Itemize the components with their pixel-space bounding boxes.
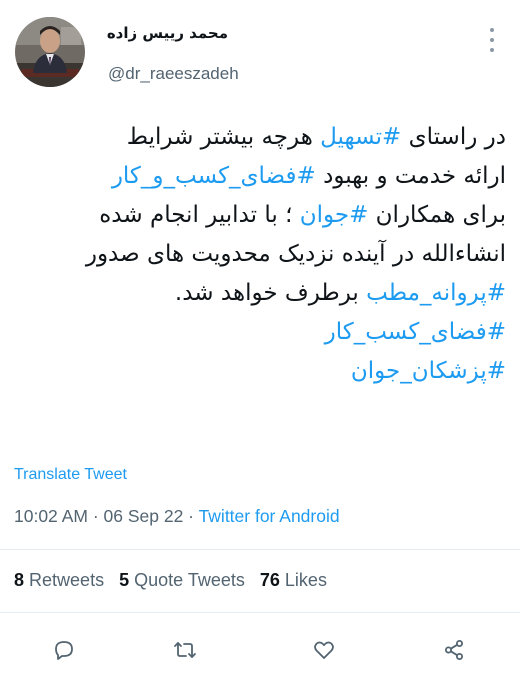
retweet-button[interactable]: [165, 630, 205, 670]
dot: [490, 38, 494, 42]
hashtag-link[interactable]: #جوان: [300, 202, 369, 228]
tweet-text-segment: انشاءالله در آینده نزدیک محدویت های صدور: [85, 241, 506, 267]
tweet-actions: [0, 630, 520, 670]
quote-tweets-label: Quote Tweets: [134, 570, 245, 590]
author-handle[interactable]: @dr_raeeszadeh: [108, 64, 239, 84]
quote-tweets-count: 5: [119, 570, 130, 590]
tweet-text-line: ارائه خدمت و بهبود #فضای_کسب_و_کار: [14, 157, 506, 196]
likes-stat[interactable]: 76 Likes: [260, 570, 327, 590]
tweet-text-segment: هرچه بیشتر شرایط: [126, 124, 321, 150]
avatar[interactable]: [15, 17, 85, 87]
retweets-stat[interactable]: 8 Retweets: [14, 570, 104, 590]
translate-tweet-link[interactable]: Translate Tweet: [14, 466, 127, 484]
tweet-time[interactable]: 10:02 AM: [14, 506, 88, 526]
tweet-text: در راستای #تسهیل هرچه بیشتر شرایط ارائه خ…: [14, 118, 506, 391]
tweet-text-line: انشاءالله در آینده نزدیک محدویت های صدور: [14, 235, 506, 274]
more-options-icon[interactable]: [484, 28, 500, 52]
likes-label: Likes: [284, 570, 327, 590]
hashtag-link[interactable]: #تسهیل: [320, 124, 401, 150]
tweet-text-segment: ارائه خدمت و بهبود: [315, 163, 506, 189]
share-button[interactable]: [434, 630, 474, 670]
tweet-text-line: برای همکاران #جوان ؛ با تدابیر انجام شده: [14, 196, 506, 235]
hashtag-link[interactable]: #فضای_کسب_و_کار: [112, 163, 316, 189]
like-icon: [314, 641, 334, 659]
retweet-icon: [174, 642, 196, 658]
divider: [0, 612, 520, 613]
tweet-meta: 10:02 AM · 06 Sep 22 · Twitter for Andro…: [14, 506, 340, 527]
tweet-text-segment: در راستای: [401, 124, 506, 150]
hashtag-link[interactable]: #پزشکان_جوان: [351, 358, 506, 384]
retweets-label: Retweets: [29, 570, 105, 590]
tweet-text-segment: برطرف خواهد شد.: [174, 280, 367, 306]
retweets-count: 8: [14, 570, 25, 590]
tweet-stats: 8 Retweets 5 Quote Tweets 76 Likes: [14, 570, 337, 591]
share-icon: [445, 640, 463, 660]
reply-button[interactable]: [44, 630, 84, 670]
author-name[interactable]: محمد رییس زاده: [107, 24, 228, 42]
reply-icon: [55, 641, 73, 660]
quote-tweets-stat[interactable]: 5 Quote Tweets: [119, 570, 245, 590]
dot: [490, 48, 494, 52]
tweet-text-segment: برای همکاران: [368, 202, 506, 228]
tweet-source[interactable]: Twitter for Android: [199, 506, 340, 526]
divider: [0, 549, 520, 550]
meta-separator: ·: [183, 506, 199, 526]
tweet-header: محمد رییس زاده @dr_raeeszadeh: [0, 0, 520, 110]
like-button[interactable]: [304, 630, 344, 670]
meta-separator: ·: [87, 506, 104, 526]
tweet-date[interactable]: 06 Sep 22: [104, 506, 184, 526]
tweet-text-line: #فضای_کسب_کار: [14, 313, 506, 352]
tweet-text-line: #پروانه_مطب برطرف خواهد شد.: [14, 274, 506, 313]
likes-count: 76: [259, 570, 280, 590]
hashtag-link[interactable]: #فضای_کسب_کار: [325, 319, 506, 345]
tweet-text-line: #پزشکان_جوان: [14, 352, 506, 391]
tweet-text-line: در راستای #تسهیل هرچه بیشتر شرایط: [14, 118, 506, 157]
hashtag-link[interactable]: #پروانه_مطب: [366, 280, 506, 306]
tweet-text-segment: ؛ با تدابیر انجام شده: [99, 202, 300, 228]
dot: [490, 28, 494, 32]
